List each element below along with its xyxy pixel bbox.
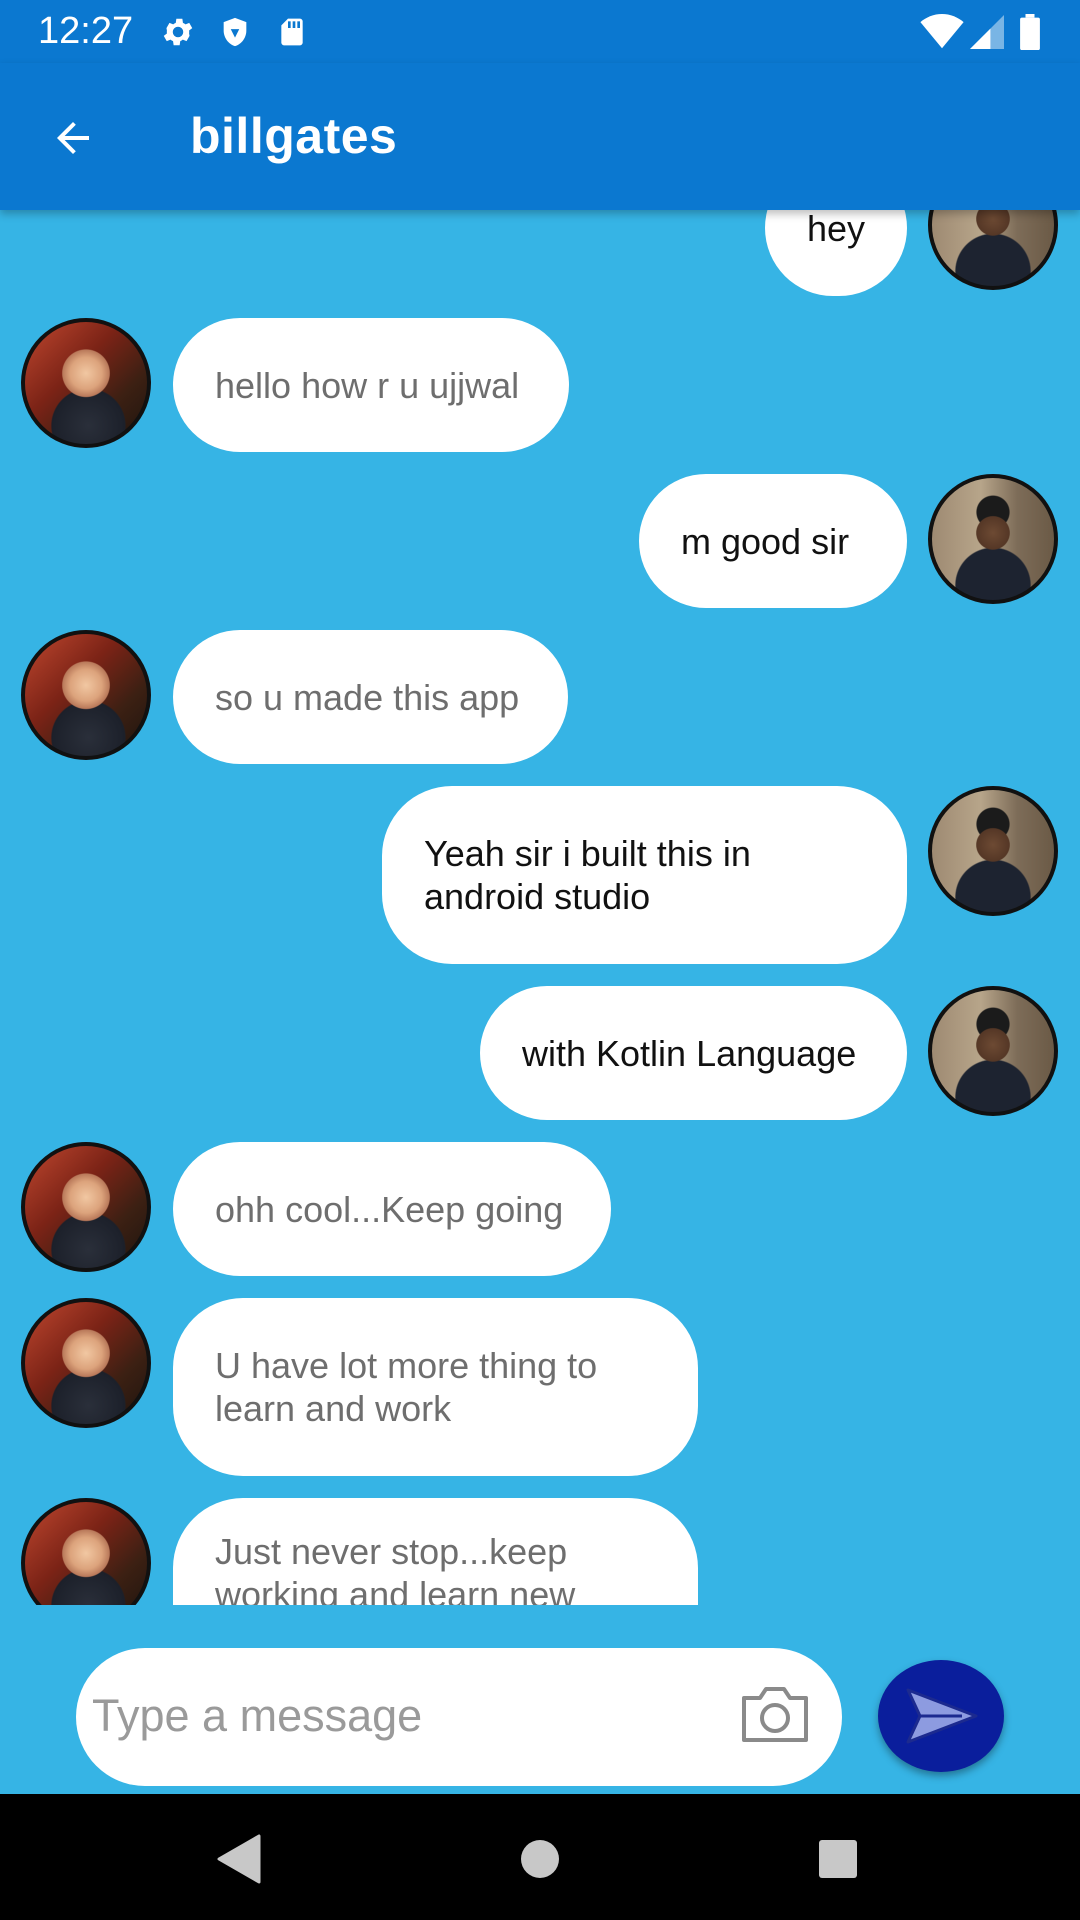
shield-icon — [218, 14, 252, 55]
message-text: hey — [806, 210, 866, 249]
avatar[interactable] — [21, 1298, 151, 1428]
battery-icon — [1018, 14, 1042, 55]
avatar[interactable] — [928, 786, 1058, 916]
message-bubble[interactable]: so u made this app — [173, 630, 568, 764]
message-list[interactable]: hey hello how r u ujjwal m good sir so u… — [0, 210, 1080, 1605]
message-bubble[interactable]: ohh cool...Keep going — [173, 1142, 611, 1276]
status-bar: 12:27 — [0, 0, 1080, 63]
avatar[interactable] — [21, 1142, 151, 1272]
message-text: with Kotlin Language — [522, 1032, 857, 1074]
avatar[interactable] — [928, 986, 1058, 1116]
avatar[interactable] — [21, 318, 151, 448]
message-text: ohh cool...Keep going — [215, 1188, 564, 1230]
message-bubble[interactable]: hey — [765, 210, 907, 296]
message-bubble[interactable]: Yeah sir i built this in android studio — [382, 786, 907, 964]
message-bubble[interactable]: hello how r u ujjwal — [173, 318, 569, 452]
message-text: U have lot more thing to learn and work — [215, 1345, 598, 1429]
back-button[interactable] — [36, 101, 110, 175]
arrow-left-icon — [57, 122, 89, 154]
camera-button[interactable] — [740, 1684, 810, 1744]
message-bubble[interactable]: with Kotlin Language — [480, 986, 907, 1120]
status-time: 12:27 — [38, 10, 134, 52]
avatar[interactable] — [928, 474, 1058, 604]
sd-card-icon — [276, 14, 308, 55]
gear-icon — [160, 14, 196, 55]
nav-home-button[interactable] — [505, 1824, 575, 1894]
avatar[interactable] — [928, 210, 1058, 290]
wifi-icon — [920, 14, 964, 55]
message-bubble[interactable]: U have lot more thing to learn and work — [173, 1298, 698, 1476]
send-button[interactable] — [878, 1660, 1004, 1772]
message-text: hello how r u ujjwal — [215, 364, 520, 406]
message-text: so u made this app — [215, 676, 520, 718]
page-title: billgates — [190, 108, 398, 164]
nav-back-button[interactable] — [203, 1824, 273, 1894]
message-composer — [76, 1648, 842, 1786]
send-icon — [906, 1688, 978, 1744]
system-nav-bar — [0, 1794, 1080, 1920]
message-input[interactable] — [92, 1676, 712, 1756]
message-text: Just never stop...keep working and learn… — [215, 1531, 576, 1605]
nav-recents-button[interactable] — [803, 1824, 873, 1894]
message-bubble[interactable]: m good sir — [639, 474, 907, 608]
recents-square-icon — [819, 1840, 857, 1878]
signal-icon — [970, 14, 1004, 55]
message-bubble[interactable]: Just never stop...keep working and learn… — [173, 1498, 698, 1605]
back-triangle-icon — [217, 1834, 261, 1884]
home-circle-icon — [521, 1840, 559, 1878]
app-bar: billgates — [0, 63, 1080, 210]
message-text: Yeah sir i built this in android studio — [424, 833, 751, 917]
message-text: m good sir — [681, 520, 850, 562]
avatar[interactable] — [21, 1498, 151, 1605]
camera-icon — [742, 1687, 808, 1742]
avatar[interactable] — [21, 630, 151, 760]
